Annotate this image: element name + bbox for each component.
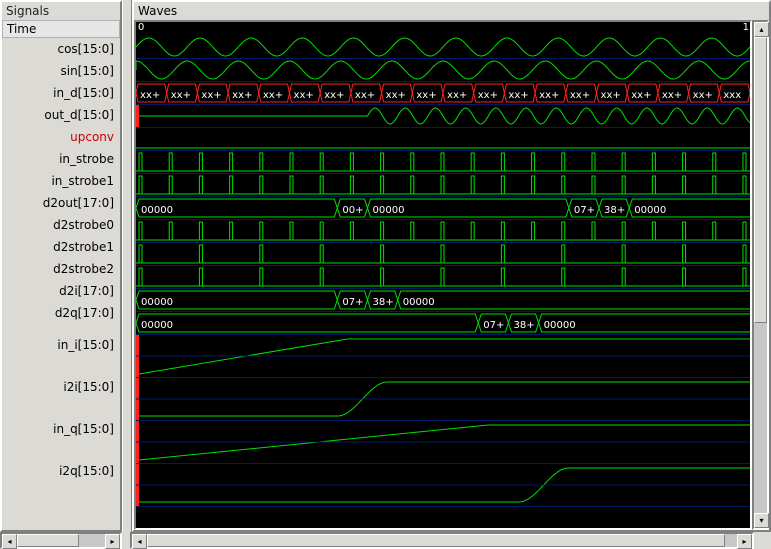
svg-text:xx+: xx+	[140, 90, 160, 101]
waveform-row[interactable]	[136, 220, 750, 243]
waves-panel-title: Waves	[134, 2, 769, 20]
svg-text:00000: 00000	[403, 297, 435, 308]
svg-text:38+: 38+	[373, 297, 394, 308]
pane-divider[interactable]	[122, 0, 132, 532]
svg-text:xx+: xx+	[232, 90, 252, 101]
waveform-row[interactable]: xx+ xx+ xx+ xx+ xx+ xx+ xx+ xx+ xx+ xx+ xx+ xx+ xx+ x…	[136, 82, 750, 105]
svg-text:00000: 00000	[141, 297, 173, 308]
svg-text:xx+: xx+	[171, 90, 191, 101]
svg-text:07+: 07+	[574, 205, 595, 216]
signal-name[interactable]: d2strobe1	[2, 236, 120, 258]
svg-text:xx+: xx+	[263, 90, 283, 101]
waves-h-scrollbar[interactable]: ◂ ▸	[130, 532, 754, 549]
scroll-up-icon[interactable]: ▴	[754, 22, 769, 37]
signal-name[interactable]: i2i[15:0]	[2, 366, 120, 408]
svg-text:xx+: xx+	[386, 90, 406, 101]
svg-text:xx+: xx+	[478, 90, 498, 101]
svg-text:00000: 00000	[373, 205, 405, 216]
svg-text:xx+: xx+	[416, 90, 436, 101]
svg-text:xxx: xxx	[723, 90, 741, 101]
svg-text:xx+: xx+	[631, 90, 651, 101]
svg-text:00000: 00000	[634, 205, 666, 216]
waves-area: 0 1 xx+xx+xx+xx+xx+xx+xx+xx+xx+xx+xx+xx+…	[134, 20, 769, 530]
signal-name[interactable]: d2strobe0	[2, 214, 120, 236]
scroll-right-icon[interactable]: ▸	[737, 534, 752, 549]
scroll-right-icon[interactable]: ▸	[105, 534, 120, 549]
svg-text:00000: 00000	[544, 320, 576, 331]
waveform-row[interactable]	[136, 105, 750, 128]
svg-text:xx+: xx+	[447, 90, 467, 101]
signal-name[interactable]: upconv	[2, 126, 120, 148]
svg-text:xx+: xx+	[324, 90, 344, 101]
waveform-row[interactable]: 00000 07+ 38+ 00000	[136, 289, 750, 312]
svg-text:xx+: xx+	[601, 90, 621, 101]
signal-name[interactable]: d2i[17:0]	[2, 280, 120, 302]
svg-text:38+: 38+	[513, 320, 534, 331]
svg-text:xx+: xx+	[662, 90, 682, 101]
signals-h-scrollbar[interactable]: ◂ ▸	[0, 532, 122, 549]
signal-name[interactable]: in_strobe1	[2, 170, 120, 192]
scroll-down-icon[interactable]: ▾	[754, 513, 769, 528]
waves-panel: Waves 0 1 xx+xx+xx+xx+xx+xx+xx+xx+xx+xx+…	[132, 0, 771, 532]
svg-text:00000: 00000	[141, 320, 173, 331]
signals-panel: Signals Time cos[15:0]sin[15:0]in_d[15:0…	[0, 0, 122, 532]
time-ruler[interactable]: 0 1	[136, 22, 750, 36]
svg-text:xx+: xx+	[570, 90, 590, 101]
signal-name[interactable]: cos[15:0]	[2, 38, 120, 60]
waveform-row[interactable]	[136, 421, 750, 464]
svg-text:xx+: xx+	[693, 90, 713, 101]
waveform-row[interactable]	[136, 243, 750, 266]
waveform-row[interactable]	[136, 128, 750, 151]
scroll-v-track[interactable]	[754, 37, 767, 513]
waveform-row[interactable]	[136, 174, 750, 197]
waveform-row[interactable]	[136, 266, 750, 289]
signal-name[interactable]: out_d[15:0]	[2, 104, 120, 126]
waveform-row[interactable]	[136, 464, 750, 507]
waveform-canvas[interactable]: 0 1 xx+xx+xx+xx+xx+xx+xx+xx+xx+xx+xx+xx+…	[134, 20, 752, 530]
svg-text:xx+: xx+	[201, 90, 221, 101]
bottom-scrollbar-row: ◂ ▸ ◂ ▸	[0, 532, 771, 549]
time-header[interactable]: Time	[2, 20, 120, 38]
svg-text:xx+: xx+	[294, 90, 314, 101]
svg-text:00+: 00+	[342, 205, 363, 216]
waveform-row[interactable]: 00000 00+ 00000 07+ 38+ 00000	[136, 197, 750, 220]
waveform-row[interactable]	[136, 378, 750, 421]
signals-panel-title: Signals	[2, 2, 120, 20]
svg-text:00000: 00000	[141, 205, 173, 216]
signal-name[interactable]: sin[15:0]	[2, 60, 120, 82]
waveform-row[interactable]	[136, 59, 750, 82]
scroll-h-thumb[interactable]	[147, 534, 725, 547]
signal-name[interactable]: d2q[17:0]	[2, 302, 120, 324]
ruler-end: 1	[743, 22, 749, 33]
signal-name[interactable]: d2strobe2	[2, 258, 120, 280]
scroll-v-thumb[interactable]	[754, 37, 767, 323]
scroll-h-thumb[interactable]	[17, 534, 79, 547]
ruler-start: 0	[138, 22, 144, 33]
signal-list[interactable]: cos[15:0]sin[15:0]in_d[15:0]out_d[15:0]u…	[2, 38, 120, 530]
signal-name[interactable]: in_q[15:0]	[2, 408, 120, 450]
waveform-row[interactable]	[136, 335, 750, 378]
scrollbar-vertical[interactable]: ▴ ▾	[752, 20, 769, 530]
svg-text:07+: 07+	[483, 320, 504, 331]
svg-text:xx+: xx+	[539, 90, 559, 101]
signal-name[interactable]: in_d[15:0]	[2, 82, 120, 104]
waveform-row[interactable]: 00000 07+ 38+ 00000	[136, 312, 750, 335]
svg-text:xx+: xx+	[508, 90, 528, 101]
app-root: Signals Time cos[15:0]sin[15:0]in_d[15:0…	[0, 0, 771, 532]
signal-name[interactable]: in_strobe	[2, 148, 120, 170]
svg-text:xx+: xx+	[355, 90, 375, 101]
waveform-row[interactable]	[136, 151, 750, 174]
scroll-left-icon[interactable]: ◂	[2, 534, 17, 549]
signal-name[interactable]: d2out[17:0]	[2, 192, 120, 214]
waveform-row[interactable]	[136, 36, 750, 59]
svg-text:38+: 38+	[604, 205, 625, 216]
scroll-left-icon[interactable]: ◂	[132, 534, 147, 549]
signal-name[interactable]: in_i[15:0]	[2, 324, 120, 366]
signal-name[interactable]: i2q[15:0]	[2, 450, 120, 492]
svg-text:07+: 07+	[342, 297, 363, 308]
